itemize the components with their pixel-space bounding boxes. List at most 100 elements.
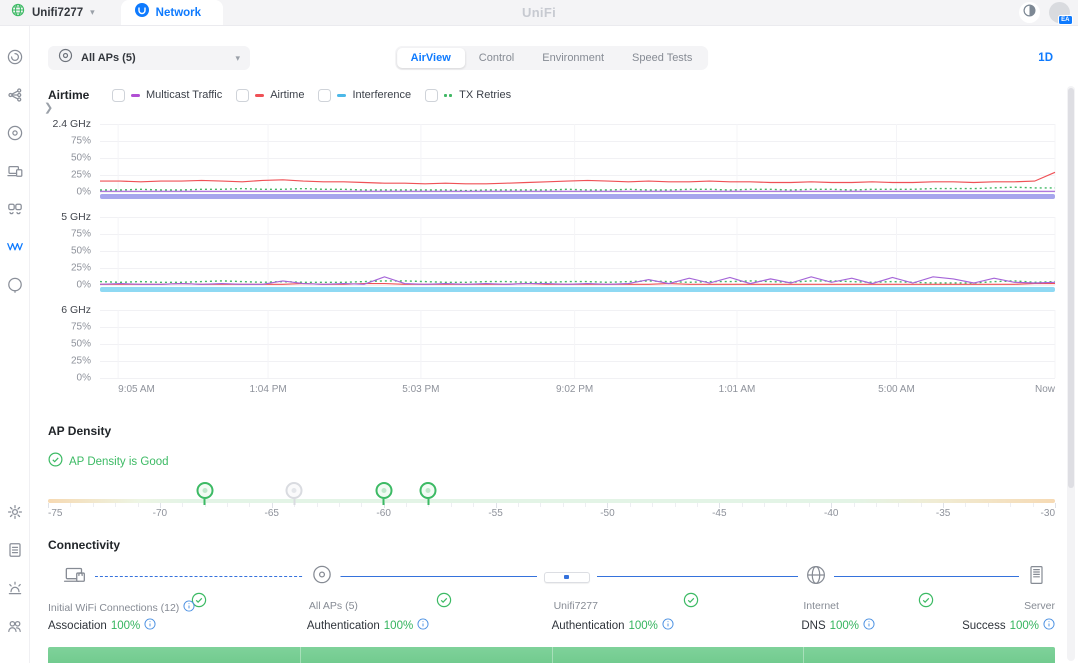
- globe-node[interactable]: [798, 562, 835, 592]
- legend-checkbox[interactable]: [112, 88, 125, 102]
- legend-item-multicast-traffic[interactable]: Multicast Traffic: [112, 88, 223, 102]
- time-range-button[interactable]: 1D: [1038, 52, 1053, 64]
- connectivity-metric-authentication: Authentication 100%: [307, 618, 429, 633]
- y-axis-tick: 75%: [70, 321, 91, 333]
- info-icon[interactable]: [1043, 618, 1055, 633]
- utilization-strip: [100, 194, 1055, 199]
- avatar[interactable]: EA: [1049, 2, 1073, 25]
- info-icon[interactable]: [144, 618, 156, 633]
- gateway-icon: [543, 571, 590, 583]
- sidebar-item-system-log[interactable]: [6, 541, 24, 559]
- chart-band-6-ghz: 6 GHz 75% 50% 25% 0%: [48, 304, 1055, 384]
- density-scale-label: -55: [488, 508, 503, 519]
- info-icon[interactable]: [863, 618, 875, 633]
- collapse-chevron-icon[interactable]: ❯: [44, 101, 53, 114]
- legend-label: Multicast Traffic: [146, 89, 223, 101]
- connectivity-link: [75, 576, 322, 577]
- ap-density-status: AP Density is Good: [48, 452, 1055, 472]
- legend-checkbox[interactable]: [236, 88, 250, 102]
- view-tabs: AirView Control Environment Speed Tests: [394, 46, 709, 70]
- ap-density-marker[interactable]: [196, 482, 214, 505]
- sidebar-item-networks[interactable]: [6, 200, 24, 218]
- top-header: Unifi7277 ▾ Network UniFi EA: [0, 0, 1078, 26]
- sidebar-item-wifiman[interactable]: [6, 276, 24, 294]
- page-scrollbar[interactable]: [1067, 86, 1075, 661]
- sidebar-item-settings[interactable]: [6, 503, 24, 521]
- laptop-node[interactable]: [55, 562, 96, 592]
- ap-density-title: AP Density: [48, 424, 112, 438]
- legend-item-airtime[interactable]: Airtime: [236, 88, 305, 102]
- unifi-logo: UniFi: [522, 5, 556, 20]
- sidebar-item-unifi-devices[interactable]: [6, 124, 24, 142]
- server-node[interactable]: [1018, 562, 1053, 592]
- tab-speed-tests[interactable]: Speed Tests: [618, 48, 706, 68]
- globe-site-icon: [11, 3, 25, 22]
- tab-control[interactable]: Control: [465, 48, 528, 68]
- globe-icon: [805, 564, 827, 591]
- chart-band-5-ghz: 5 GHz 75% 50% 25% 0%: [48, 211, 1055, 292]
- ap-selector-dropdown[interactable]: All APs (5) ▾: [48, 46, 250, 70]
- sidebar-item-clients[interactable]: [6, 162, 24, 180]
- bottom-bar-chart: 100: [48, 647, 1055, 663]
- y-axis-tick: 50%: [70, 245, 91, 257]
- airtime-legend: Multicast Traffic Airtime Interference TX R…: [112, 88, 511, 102]
- airtime-section-title: Airtime: [48, 88, 90, 102]
- density-scale-label: -45: [712, 508, 727, 519]
- legend-item-interference[interactable]: Interference: [318, 88, 411, 102]
- tab-network[interactable]: Network: [120, 0, 224, 25]
- x-axis-tick: 5:00 AM: [878, 384, 915, 395]
- sidebar-item-insights[interactable]: [6, 238, 24, 256]
- network-app-icon: [134, 3, 149, 22]
- scrollbar-thumb[interactable]: [1068, 88, 1074, 488]
- site-switcher[interactable]: Unifi7277 ▾: [0, 0, 107, 25]
- airtime-header: ❯ Airtime Multicast Traffic Airtime Interf…: [44, 88, 1055, 114]
- ap-density-marker[interactable]: [375, 482, 393, 505]
- x-axis-tick: 1:04 PM: [249, 384, 287, 395]
- ap-density-marker[interactable]: [419, 482, 437, 505]
- legend-label: Airtime: [270, 89, 305, 101]
- info-icon[interactable]: [183, 600, 195, 615]
- connectivity-metric-dns: DNS 100%: [801, 618, 875, 633]
- density-scale-label: -75: [48, 508, 63, 519]
- y-axis-tick: 0%: [76, 279, 91, 291]
- chevron-down-icon: ▾: [90, 7, 95, 17]
- tab-environment[interactable]: Environment: [528, 48, 618, 68]
- sidebar-item-admins[interactable]: [6, 617, 24, 635]
- link-check-icon: [436, 592, 452, 613]
- left-sidebar: [0, 26, 30, 663]
- connectivity-labels-row: Initial WiFi Connections (12) All APs (5)…: [48, 592, 1055, 616]
- link-check-icon: [918, 592, 934, 613]
- series-multicast-traffic: [100, 277, 1055, 285]
- node-label: All APs (5): [308, 600, 358, 612]
- sidebar-item-topology[interactable]: [6, 86, 24, 104]
- legend-checkbox[interactable]: [318, 88, 332, 102]
- toolbar: All APs (5) ▾ AirView Control Environment S…: [48, 46, 1055, 70]
- x-axis-tick: Now: [1034, 384, 1055, 395]
- ap-node[interactable]: [303, 562, 341, 592]
- airtime-chart: 2.4 GHz 75% 50% 25% 0% 5 GHz 75% 50% 25% 0% 6 GHz 7…: [48, 118, 1055, 384]
- bottom-chart-bar: [48, 647, 1055, 663]
- site-name: Unifi7277: [32, 6, 84, 19]
- legend-item-tx-retries[interactable]: TX Retries: [425, 88, 511, 102]
- sidebar-item-dashboard[interactable]: [6, 48, 24, 66]
- ap-density-marker[interactable]: [285, 482, 303, 505]
- ap-density-status-text: AP Density is Good: [69, 456, 169, 468]
- y-axis-tick: 75%: [70, 228, 91, 240]
- sidebar-item-notifications[interactable]: [6, 579, 24, 597]
- connectivity-link: [816, 576, 1036, 577]
- laptop-icon: [62, 564, 88, 591]
- gateway-node[interactable]: [536, 562, 597, 592]
- ap-density-scale: -75 -70 -65 -60 -55 -50 -45 -40 -35 -30: [48, 476, 1056, 519]
- y-axis-tick: 25%: [70, 355, 91, 367]
- info-icon[interactable]: [662, 618, 674, 633]
- info-icon[interactable]: [417, 618, 429, 633]
- y-axis-tick: 25%: [70, 169, 91, 181]
- theme-toggle-button[interactable]: [1019, 2, 1040, 23]
- y-axis-tick: 50%: [70, 338, 91, 350]
- band-label: 5 GHz: [61, 211, 91, 223]
- link-check-icon: [683, 592, 699, 613]
- density-scale-label: -70: [152, 508, 168, 519]
- tab-network-label: Network: [155, 6, 202, 19]
- legend-checkbox[interactable]: [425, 88, 439, 102]
- tab-airview[interactable]: AirView: [396, 48, 465, 68]
